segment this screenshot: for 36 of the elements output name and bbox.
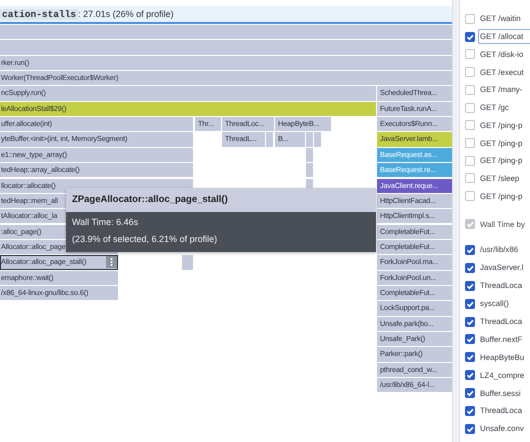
checkbox[interactable] [465,14,475,24]
checkbox[interactable] [465,67,475,78]
checkbox[interactable] [465,406,475,416]
flame-frame[interactable] [314,132,321,147]
checkbox[interactable] [465,316,475,326]
checkbox[interactable] [465,370,475,380]
profile-summary: : 27.01s (26% of profile) [78,9,174,19]
checkbox[interactable] [465,191,475,202]
flame-frame[interactable] [306,163,313,178]
checkbox[interactable] [465,262,475,273]
flame-frame[interactable] [0,25,452,40]
checkbox[interactable] [465,334,475,344]
checkbox[interactable] [465,352,475,362]
profile-name: cation-stalls [0,8,78,20]
checkbox[interactable] [465,388,475,398]
checkbox[interactable] [465,138,475,148]
more-icon[interactable] [106,256,117,268]
flame-frame[interactable] [0,40,452,55]
checkbox[interactable] [465,244,475,255]
checkbox[interactable] [465,84,475,95]
flame-frame[interactable] [306,148,313,162]
checkbox[interactable] [465,156,475,166]
flame-frame[interactable] [266,132,273,147]
checkbox[interactable] [465,32,475,42]
checkbox[interactable] [465,298,475,309]
checkbox[interactable] [465,280,475,291]
tooltip-title: ZPageAllocator::alloc_page_stall() [66,188,376,212]
checkbox[interactable] [465,120,475,130]
checkbox[interactable] [465,173,475,184]
flame-frame[interactable] [182,255,193,270]
tooltip-line: Wall Time: 6.46s [72,217,140,227]
flame-frame[interactable] [306,132,313,147]
checkbox[interactable] [465,49,475,60]
checkbox[interactable] [465,424,475,434]
checkbox[interactable] [465,102,475,113]
resize-handle[interactable] [452,0,460,442]
